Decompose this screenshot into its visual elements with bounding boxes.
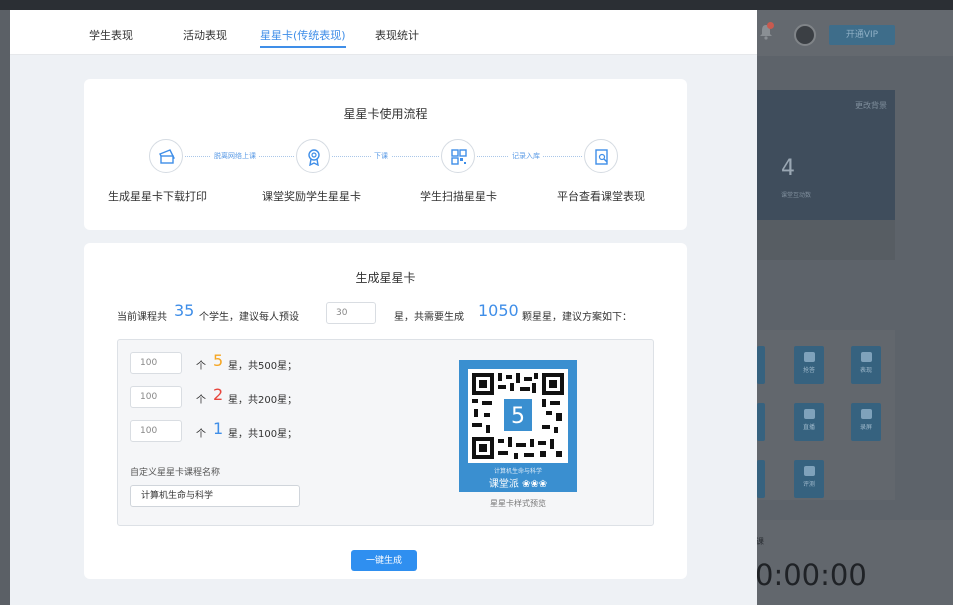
student-count: 35 bbox=[174, 301, 195, 320]
plan-suffix: 星，共100星； bbox=[228, 429, 298, 440]
performance-icon bbox=[860, 352, 872, 362]
tile-label: 评测 bbox=[802, 481, 815, 488]
camera-icon bbox=[803, 409, 815, 419]
tile-label: 表现 bbox=[859, 367, 872, 374]
background-strip bbox=[757, 220, 895, 260]
course-name-input[interactable]: 计算机生命与科学 bbox=[130, 485, 300, 507]
star-card-preview: 5 计算机生命与科学 课堂派 ❀❀❀ bbox=[459, 360, 577, 492]
play-icon bbox=[860, 409, 872, 419]
connector-label-end-class: 下课 bbox=[371, 151, 391, 161]
course-text-suffix: 颗星星，建议方案如下： bbox=[522, 312, 632, 323]
tab-activity-performance[interactable]: 活动表现 bbox=[183, 27, 227, 43]
tool-tile-partial[interactable] bbox=[757, 460, 765, 498]
plan-prefix: 个 bbox=[196, 429, 206, 440]
step-label-scan: 学生扫描星星卡 bbox=[420, 190, 497, 203]
plan-prefix: 个 bbox=[196, 395, 206, 406]
qr-code-image: 5 bbox=[468, 369, 568, 463]
app-top-bar bbox=[0, 0, 953, 10]
preview-course-name: 计算机生命与科学 bbox=[493, 468, 542, 475]
plan-suffix: 星，共200星； bbox=[228, 395, 298, 406]
total-stars: 1050 bbox=[478, 301, 519, 320]
tab-star-card[interactable]: 星星卡(传统表现) bbox=[260, 27, 346, 48]
open-vip-button[interactable]: 开通VIP bbox=[829, 25, 895, 45]
tab-bar: 学生表现 活动表现 星星卡(传统表现) 表现统计 bbox=[10, 10, 757, 55]
preview-brand-logo: 课堂派 ❀❀❀ bbox=[488, 479, 548, 490]
plan-qty-input[interactable]: 100 bbox=[130, 386, 182, 408]
tool-tile-partial[interactable] bbox=[757, 403, 765, 441]
clipboard-icon bbox=[803, 466, 815, 476]
course-text-prefix: 当前课程共 bbox=[117, 312, 167, 323]
generate-title: 生成星星卡 bbox=[355, 271, 416, 285]
step-label-generate: 生成星星卡下载打印 bbox=[108, 190, 207, 203]
step-label-view: 平台查看课堂表现 bbox=[557, 190, 645, 203]
interaction-count-label: 课堂互动数 bbox=[781, 192, 812, 199]
class-timer: 0:00:00 bbox=[755, 558, 867, 592]
step-label-reward: 课堂奖励学生星星卡 bbox=[262, 190, 361, 203]
background-label: 课 bbox=[756, 537, 764, 546]
connector-label-offline: 脱离网络上课 bbox=[211, 151, 259, 161]
star-card-modal: 学生表现 活动表现 星星卡(传统表现) 表现统计 星星卡使用流程 脱离网络上课 … bbox=[10, 10, 757, 605]
tile-label: 录屏 bbox=[859, 424, 872, 431]
tool-tile-quiz[interactable]: 抢答 bbox=[794, 346, 824, 384]
connector-label-record: 记录入库 bbox=[509, 151, 543, 161]
plan-star-value: 1 bbox=[213, 419, 224, 438]
qr-center-star-value: 5 bbox=[511, 404, 525, 429]
preview-caption: 星星卡样式预览 bbox=[490, 499, 546, 508]
plan-qty-input[interactable]: 100 bbox=[130, 352, 182, 374]
tool-tile-record[interactable]: 录屏 bbox=[851, 403, 881, 441]
plan-box: 100 个 5 星，共500星； 100 个 2 星，共200星； 100 个 … bbox=[117, 339, 654, 526]
background-stats-card: 更改背景 4 课堂互动数 bbox=[757, 90, 895, 220]
plan-suffix: 星，共500星； bbox=[228, 361, 298, 372]
interaction-count: 4 bbox=[781, 156, 795, 181]
plan-prefix: 个 bbox=[196, 361, 206, 372]
tool-tile-partial[interactable] bbox=[757, 346, 765, 384]
medal-icon bbox=[296, 139, 330, 173]
tool-tile-live[interactable]: 直播 bbox=[794, 403, 824, 441]
stars-per-student-input[interactable]: 30 bbox=[326, 302, 376, 324]
user-avatar[interactable] bbox=[794, 24, 816, 46]
generate-card: 生成星星卡 当前课程共 35 个学生，建议每人预设 30 星，共需要生成 105… bbox=[84, 243, 687, 579]
report-icon bbox=[584, 139, 618, 173]
tab-student-performance[interactable]: 学生表现 bbox=[89, 27, 133, 43]
plan-star-value: 5 bbox=[213, 351, 224, 370]
usage-flow-card: 星星卡使用流程 脱离网络上课 下课 记录入库 生成星星卡下载打印 课堂奖励学生星… bbox=[84, 79, 687, 230]
tool-tile-performance[interactable]: 表现 bbox=[851, 346, 881, 384]
qr-icon bbox=[441, 139, 475, 173]
ticket-icon bbox=[149, 139, 183, 173]
tile-label: 抢答 bbox=[802, 367, 815, 374]
change-background-link[interactable]: 更改背景 bbox=[855, 100, 887, 111]
plan-qty-input[interactable]: 100 bbox=[130, 420, 182, 442]
generate-button[interactable]: 一键生成 bbox=[351, 550, 417, 571]
tile-label: 直播 bbox=[802, 424, 815, 431]
course-text-mid2: 星，共需要生成 bbox=[394, 312, 464, 323]
plan-star-value: 2 bbox=[213, 385, 224, 404]
tab-performance-stats[interactable]: 表现统计 bbox=[375, 27, 419, 43]
notification-bell-icon[interactable] bbox=[759, 22, 774, 40]
tool-tile-assess[interactable]: 评测 bbox=[794, 460, 824, 498]
course-name-label: 自定义星星卡课程名称 bbox=[130, 468, 221, 478]
course-text-mid: 个学生，建议每人预设 bbox=[199, 312, 299, 323]
quiz-icon bbox=[803, 352, 815, 362]
flow-title: 星星卡使用流程 bbox=[343, 107, 428, 121]
